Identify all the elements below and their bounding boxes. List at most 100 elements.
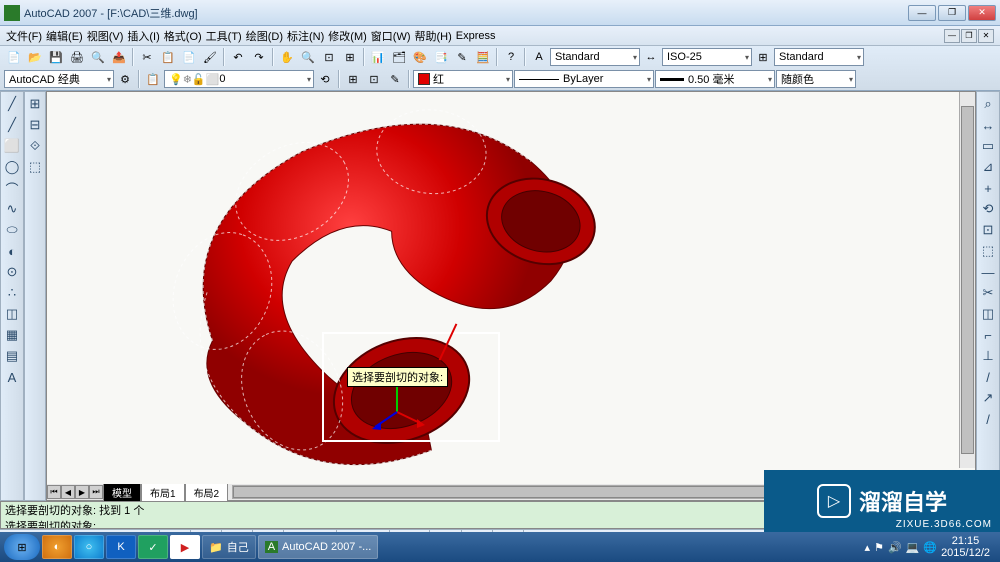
menu-dimension[interactable]: 标注(N): [287, 28, 324, 44]
workspace-settings-icon[interactable]: ⚙: [115, 69, 135, 89]
properties-icon[interactable]: 📊: [368, 47, 388, 67]
match-icon[interactable]: 🖌: [200, 47, 220, 67]
modify-tool-3[interactable]: ⊿: [978, 157, 998, 177]
modify-tool-14[interactable]: ↗: [978, 388, 998, 408]
tray-icon[interactable]: ▴: [865, 541, 871, 554]
dim-style-combo[interactable]: ISO-25: [662, 48, 752, 66]
modify-tool-2[interactable]: ▭: [978, 136, 998, 156]
menu-view[interactable]: 视图(V): [87, 28, 124, 44]
draw-tool-13[interactable]: A: [2, 367, 22, 387]
draw2-tool-2[interactable]: ⟐: [25, 136, 45, 156]
textstyle-icon[interactable]: A: [529, 47, 549, 67]
draw-tool-1[interactable]: ╱: [2, 115, 22, 135]
pinned-app-3[interactable]: K: [106, 535, 136, 559]
calc-icon[interactable]: 🧮: [473, 47, 493, 67]
text-style-combo[interactable]: Standard: [550, 48, 640, 66]
block-make-icon[interactable]: ⊡: [364, 69, 384, 89]
taskbar-app-folder[interactable]: 📁自己: [202, 535, 256, 559]
draw2-tool-0[interactable]: ⊞: [25, 94, 45, 114]
cut-icon[interactable]: ✂: [137, 47, 157, 67]
layer-prev-icon[interactable]: ⟲: [315, 69, 335, 89]
start-button[interactable]: ⊞: [4, 534, 40, 560]
tray-icon[interactable]: 🌐: [923, 541, 937, 554]
draw-tool-5[interactable]: ∿: [2, 199, 22, 219]
draw-tool-0[interactable]: ╱: [2, 94, 22, 114]
zoom-window-icon[interactable]: ⊡: [319, 47, 339, 67]
color-combo[interactable]: 红: [413, 70, 513, 88]
block-edit-icon[interactable]: ✎: [385, 69, 405, 89]
modify-tool-8[interactable]: —: [978, 262, 998, 282]
tray-icon[interactable]: ⚑: [874, 541, 884, 554]
menu-insert[interactable]: 插入(I): [127, 28, 159, 44]
copy-icon[interactable]: 📋: [158, 47, 178, 67]
modify-tool-9[interactable]: ✂: [978, 283, 998, 303]
draw2-tool-3[interactable]: ⬚: [25, 157, 45, 177]
tab-nav-prev[interactable]: ◀: [61, 485, 75, 499]
clock[interactable]: 21:15 2015/12/2: [941, 535, 990, 559]
markup-icon[interactable]: ✎: [452, 47, 472, 67]
draw-tool-9[interactable]: ∴: [2, 283, 22, 303]
layer-combo[interactable]: 💡❄🔓⬜ 0: [164, 70, 314, 88]
menu-tools[interactable]: 工具(T): [206, 28, 242, 44]
plotstyle-combo[interactable]: 随颜色: [776, 70, 856, 88]
sheetset-icon[interactable]: 📑: [431, 47, 451, 67]
minimize-button[interactable]: —: [908, 5, 936, 21]
redo-icon[interactable]: ↷: [249, 47, 269, 67]
menu-draw[interactable]: 绘图(D): [246, 28, 283, 44]
new-icon[interactable]: 📄: [4, 47, 24, 67]
zoom-icon[interactable]: 🔍: [298, 47, 318, 67]
pinned-app-4[interactable]: ✓: [138, 535, 168, 559]
modify-tool-7[interactable]: ⬚: [978, 241, 998, 261]
modify-tool-13[interactable]: /: [978, 367, 998, 387]
drawing-canvas[interactable]: 选择要剖切的对象:: [47, 92, 975, 484]
tab-nav-last[interactable]: ⏭: [89, 485, 103, 499]
tab-model[interactable]: 模型: [103, 483, 141, 502]
modify-tool-4[interactable]: +: [978, 178, 998, 198]
draw-tool-6[interactable]: ⬭: [2, 220, 22, 240]
doc-close-button[interactable]: ✕: [978, 29, 994, 43]
draw-tool-11[interactable]: ▦: [2, 325, 22, 345]
draw-tool-4[interactable]: ⌒: [2, 178, 22, 198]
menu-modify[interactable]: 修改(M): [328, 28, 367, 44]
system-tray[interactable]: ▴ ⚑ 🔊 💻 🌐 21:15 2015/12/2: [865, 535, 996, 559]
print-icon[interactable]: 🖨: [67, 47, 87, 67]
menu-file[interactable]: 文件(F): [6, 28, 42, 44]
publish-icon[interactable]: 📤: [109, 47, 129, 67]
workspace-combo[interactable]: AutoCAD 经典: [4, 70, 114, 88]
tab-layout1[interactable]: 布局1: [141, 483, 185, 502]
tool-palette-icon[interactable]: 🎨: [410, 47, 430, 67]
open-icon[interactable]: 📂: [25, 47, 45, 67]
canvas-scrollbar-vertical[interactable]: [959, 92, 975, 468]
tab-layout2[interactable]: 布局2: [185, 483, 229, 502]
modify-tool-6[interactable]: ⊡: [978, 220, 998, 240]
table-style-combo[interactable]: Standard: [774, 48, 864, 66]
help-icon[interactable]: ?: [501, 47, 521, 67]
menu-window[interactable]: 窗口(W): [371, 28, 411, 44]
draw-tool-2[interactable]: ⬜: [2, 136, 22, 156]
taskbar-app-autocad[interactable]: AAutoCAD 2007 -...: [258, 535, 379, 559]
maximize-button[interactable]: ❐: [938, 5, 966, 21]
preview-icon[interactable]: 🔍: [88, 47, 108, 67]
tray-icon[interactable]: 🔊: [888, 541, 902, 554]
layer-props-icon[interactable]: 📋: [143, 69, 163, 89]
paste-icon[interactable]: 📄: [179, 47, 199, 67]
menu-help[interactable]: 帮助(H): [415, 28, 452, 44]
modify-tool-12[interactable]: ⊥: [978, 346, 998, 366]
draw2-tool-1[interactable]: ⊟: [25, 115, 45, 135]
pinned-app-2[interactable]: ○: [74, 535, 104, 559]
dc-icon[interactable]: 🗂: [389, 47, 409, 67]
dimstyle-icon[interactable]: ↔: [641, 47, 661, 67]
menu-format[interactable]: 格式(O): [164, 28, 202, 44]
menu-express[interactable]: Express: [456, 30, 496, 42]
block-insert-icon[interactable]: ⊞: [343, 69, 363, 89]
draw-tool-8[interactable]: ⊙: [2, 262, 22, 282]
doc-restore-button[interactable]: ❐: [961, 29, 977, 43]
modify-tool-10[interactable]: ◫: [978, 304, 998, 324]
undo-icon[interactable]: ↶: [228, 47, 248, 67]
modify-tool-15[interactable]: /: [978, 409, 998, 429]
draw-tool-10[interactable]: ◫: [2, 304, 22, 324]
zoom-prev-icon[interactable]: ⊞: [340, 47, 360, 67]
tab-nav-next[interactable]: ▶: [75, 485, 89, 499]
modify-tool-1[interactable]: ↔: [978, 115, 998, 135]
modify-tool-5[interactable]: ⟲: [978, 199, 998, 219]
